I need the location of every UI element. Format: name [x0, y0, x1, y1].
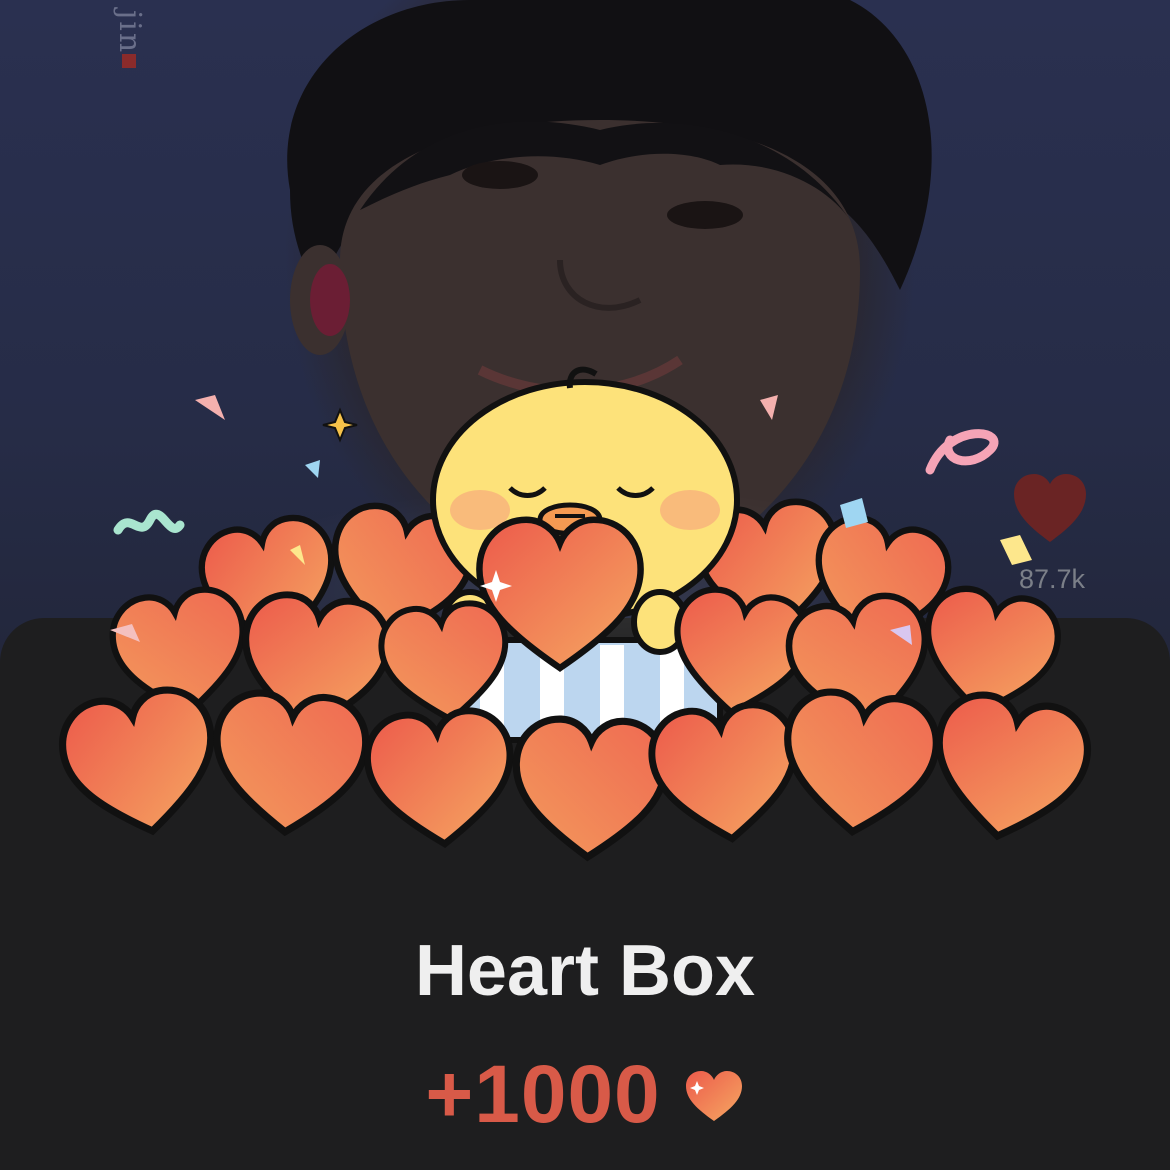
heart-box-illustration: [0, 360, 1170, 875]
heart-icon: [683, 1069, 745, 1130]
reward-amount: +1000: [425, 1049, 661, 1140]
gift-title: Heart Box: [414, 931, 756, 1011]
photo-watermark: jin: [112, 10, 147, 55]
gift-reward: +1000: [0, 1048, 1170, 1142]
watermark-dot: [122, 54, 136, 68]
gift-reward-screen: jin 87.7k Heart Box +1000: [0, 0, 1170, 1170]
